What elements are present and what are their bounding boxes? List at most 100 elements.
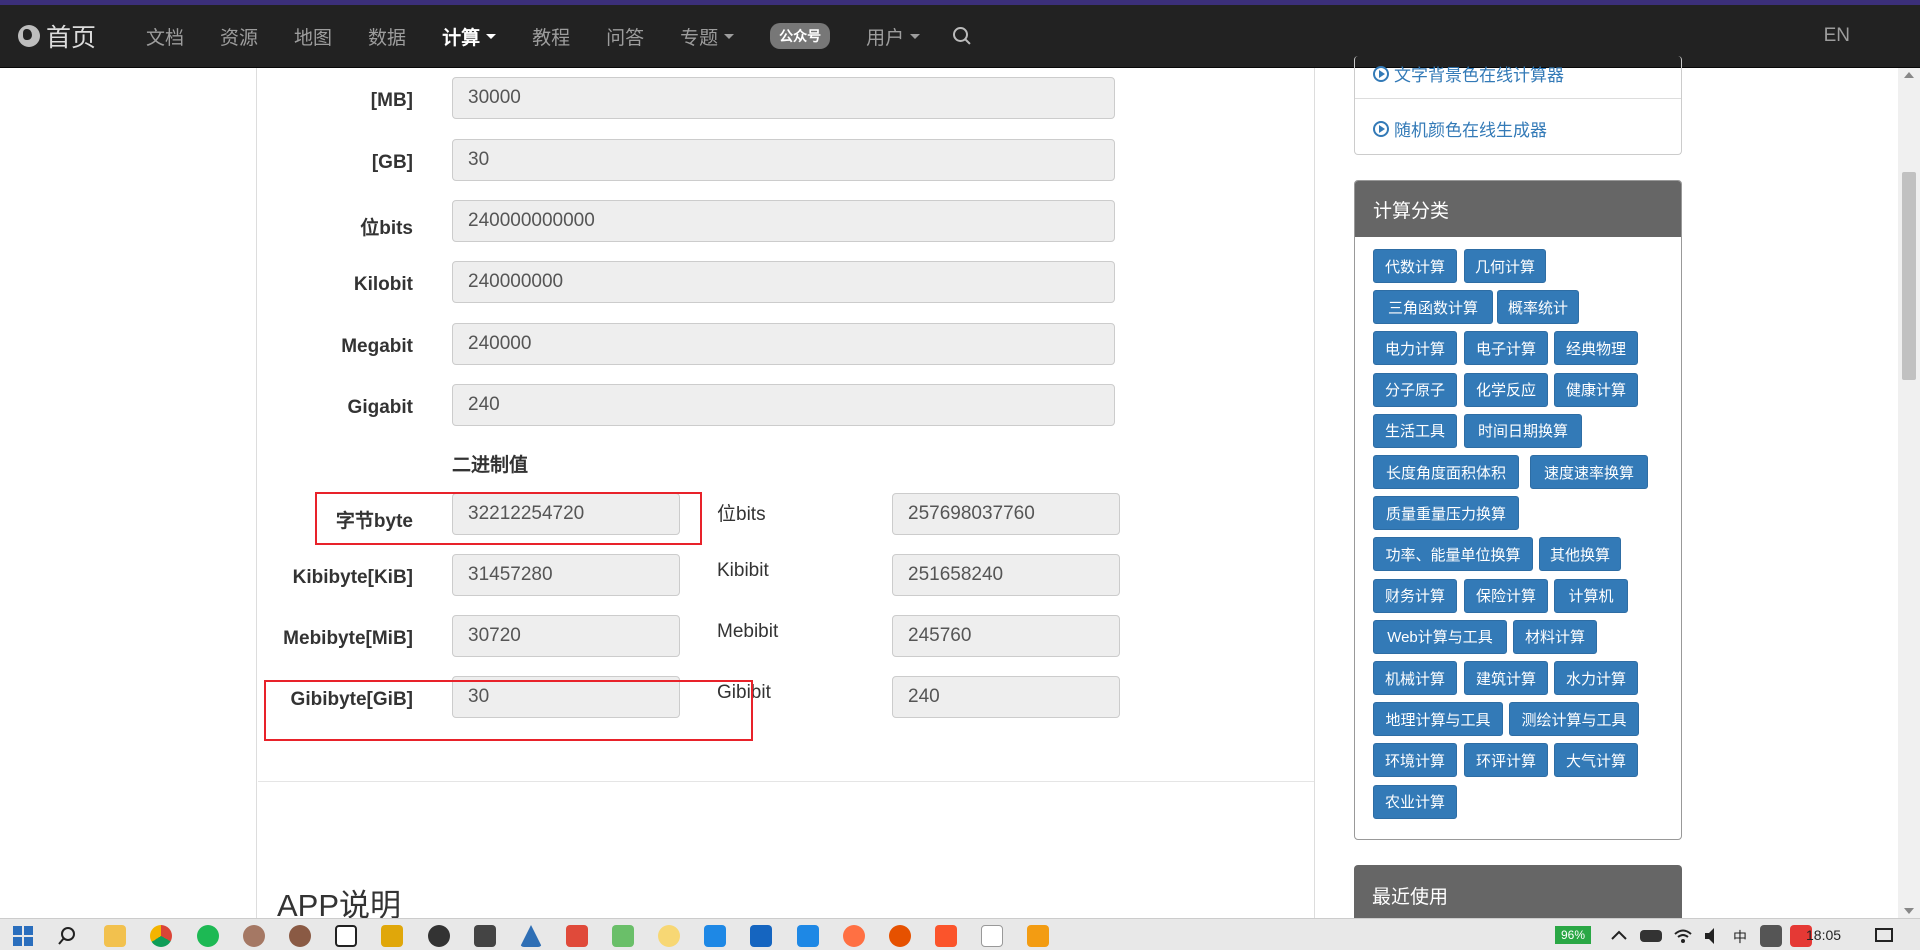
- spotify-icon[interactable]: [197, 925, 219, 947]
- app-red-icon[interactable]: [566, 925, 588, 947]
- related-link-random-color[interactable]: 随机颜色在线生成器: [1373, 116, 1547, 141]
- related-link-text-bg-color[interactable]: 文字背景色在线计算器: [1373, 61, 1564, 86]
- clock[interactable]: 18:05: [1806, 927, 1841, 943]
- search-icon[interactable]: [56, 925, 78, 947]
- kib-field[interactable]: 31457280: [452, 554, 680, 596]
- app-green-icon[interactable]: [612, 925, 634, 947]
- binary-section-title: 二进制值: [452, 455, 529, 476]
- category-tag[interactable]: 其他换算: [1539, 537, 1621, 572]
- bits-field[interactable]: 240000000000: [452, 200, 1115, 242]
- category-tag[interactable]: 功率、能量单位换算: [1373, 537, 1533, 572]
- app-window-icon[interactable]: [1027, 925, 1049, 947]
- nav-item-maps[interactable]: 地图: [276, 5, 350, 68]
- caret-down-icon: [910, 33, 921, 39]
- category-tag[interactable]: 材料计算: [1513, 619, 1597, 654]
- scrollbar-thumb[interactable]: [1902, 172, 1916, 380]
- category-tag[interactable]: 概率统计: [1497, 290, 1579, 325]
- category-tag[interactable]: 计算机: [1554, 578, 1628, 613]
- chrome-icon[interactable]: [150, 925, 172, 947]
- app-orange-icon[interactable]: [889, 925, 911, 947]
- category-tag[interactable]: Web计算与工具: [1373, 619, 1507, 654]
- davinci-icon[interactable]: [381, 925, 403, 947]
- terminal-icon[interactable]: [474, 925, 496, 947]
- category-tag[interactable]: 环评计算: [1464, 743, 1548, 778]
- nav-item-topics[interactable]: 专题: [662, 5, 752, 68]
- nav-item-tutorials[interactable]: 教程: [514, 5, 588, 68]
- app-yellow-icon[interactable]: [658, 925, 680, 947]
- category-tag[interactable]: 电子计算: [1464, 331, 1548, 366]
- category-tag[interactable]: 速度速率换算: [1530, 455, 1648, 489]
- category-tag[interactable]: 质量重量压力换算: [1373, 496, 1519, 531]
- megabit-field[interactable]: 240000: [452, 323, 1115, 365]
- notification-icon[interactable]: [1873, 925, 1895, 947]
- mebibit-field[interactable]: 245760: [892, 615, 1120, 657]
- windows-start-icon[interactable]: [13, 926, 33, 946]
- chevron-up-icon[interactable]: [1608, 925, 1630, 947]
- typora-icon[interactable]: [981, 925, 1003, 947]
- app-tray-icon[interactable]: [1760, 925, 1782, 947]
- scroll-up-arrow-icon[interactable]: [1904, 72, 1914, 78]
- category-tag[interactable]: 测绘计算与工具: [1509, 702, 1639, 737]
- outlook-icon[interactable]: [750, 925, 772, 947]
- category-tag[interactable]: 环境计算: [1373, 743, 1457, 778]
- category-tag[interactable]: 地理计算与工具: [1373, 702, 1503, 737]
- related-links-box: 文字背景色在线计算器 随机颜色在线生成器: [1354, 56, 1682, 155]
- gigabit-field[interactable]: 240: [452, 384, 1115, 426]
- category-tag[interactable]: 分子原子: [1373, 372, 1457, 407]
- brave-icon[interactable]: [935, 925, 957, 947]
- app-avatar-icon[interactable]: [243, 925, 265, 947]
- nav-item-resources[interactable]: 资源: [202, 5, 276, 68]
- nav-item-docs[interactable]: 文档: [128, 5, 202, 68]
- nav-item-qa[interactable]: 问答: [588, 5, 662, 68]
- gb-field[interactable]: 30: [452, 139, 1115, 181]
- category-tag[interactable]: 机械计算: [1373, 661, 1457, 695]
- file-explorer-icon[interactable]: [104, 925, 126, 947]
- wifi-icon[interactable]: [1672, 925, 1694, 947]
- converter-panel: [MB] 30000 [GB] 30 位bits 240000000000 Ki…: [256, 68, 1315, 923]
- battery-icon[interactable]: [1640, 930, 1662, 942]
- category-tag[interactable]: 长度角度面积体积: [1373, 455, 1519, 489]
- gibibit-field[interactable]: 240: [892, 676, 1120, 718]
- category-tag[interactable]: 经典物理: [1554, 331, 1638, 366]
- volume-icon[interactable]: [1702, 925, 1724, 947]
- nav-item-data[interactable]: 数据: [350, 5, 424, 68]
- search-icon[interactable]: [952, 26, 972, 46]
- app-avatar-icon-2[interactable]: [289, 925, 311, 947]
- category-tag[interactable]: 财务计算: [1373, 578, 1457, 613]
- scroll-down-arrow-icon[interactable]: [1904, 908, 1914, 914]
- vscode-icon[interactable]: [797, 925, 819, 947]
- caret-down-icon: [486, 33, 497, 39]
- nav-item-user[interactable]: 用户: [848, 5, 938, 68]
- nav-brand-home[interactable]: 首页: [18, 18, 128, 54]
- category-tag[interactable]: 生活工具: [1373, 413, 1457, 448]
- category-tag[interactable]: 农业计算: [1373, 784, 1457, 819]
- nav-item-calculate[interactable]: 计算: [424, 5, 514, 68]
- app-blue-icon[interactable]: [704, 925, 726, 947]
- category-tag[interactable]: 保险计算: [1464, 578, 1548, 613]
- category-tag[interactable]: 时间日期换算: [1464, 413, 1582, 448]
- wechat-badge[interactable]: 公众号: [770, 23, 831, 49]
- mib-field[interactable]: 30720: [452, 615, 680, 657]
- category-tag[interactable]: 水力计算: [1554, 661, 1638, 695]
- language-switch[interactable]: EN: [1824, 25, 1850, 47]
- category-tag[interactable]: 代数计算: [1373, 249, 1457, 283]
- battery-indicator[interactable]: 96%: [1555, 926, 1591, 944]
- category-tag[interactable]: 建筑计算: [1464, 661, 1548, 695]
- category-tag[interactable]: 大气计算: [1554, 743, 1638, 778]
- kilobit-field[interactable]: 240000000: [452, 261, 1115, 303]
- kibibit-field[interactable]: 251658240: [892, 554, 1120, 596]
- nav-item-label: 文档: [146, 27, 185, 49]
- category-tag[interactable]: 化学反应: [1464, 372, 1548, 407]
- category-tag[interactable]: 健康计算: [1554, 372, 1638, 407]
- binary-bits-field[interactable]: 257698037760: [892, 493, 1120, 535]
- category-tag[interactable]: 三角函数计算: [1373, 290, 1493, 325]
- mb-field[interactable]: 30000: [452, 77, 1115, 119]
- category-tag[interactable]: 几何计算: [1464, 249, 1546, 283]
- page-scrollbar[interactable]: [1898, 68, 1920, 918]
- notion-icon[interactable]: [335, 925, 357, 947]
- ime-indicator[interactable]: 中: [1733, 927, 1747, 947]
- obs-icon[interactable]: [428, 925, 450, 947]
- category-tag[interactable]: 电力计算: [1373, 331, 1457, 366]
- firefox-icon[interactable]: [843, 925, 865, 947]
- app-triangle-icon[interactable]: [520, 925, 542, 947]
